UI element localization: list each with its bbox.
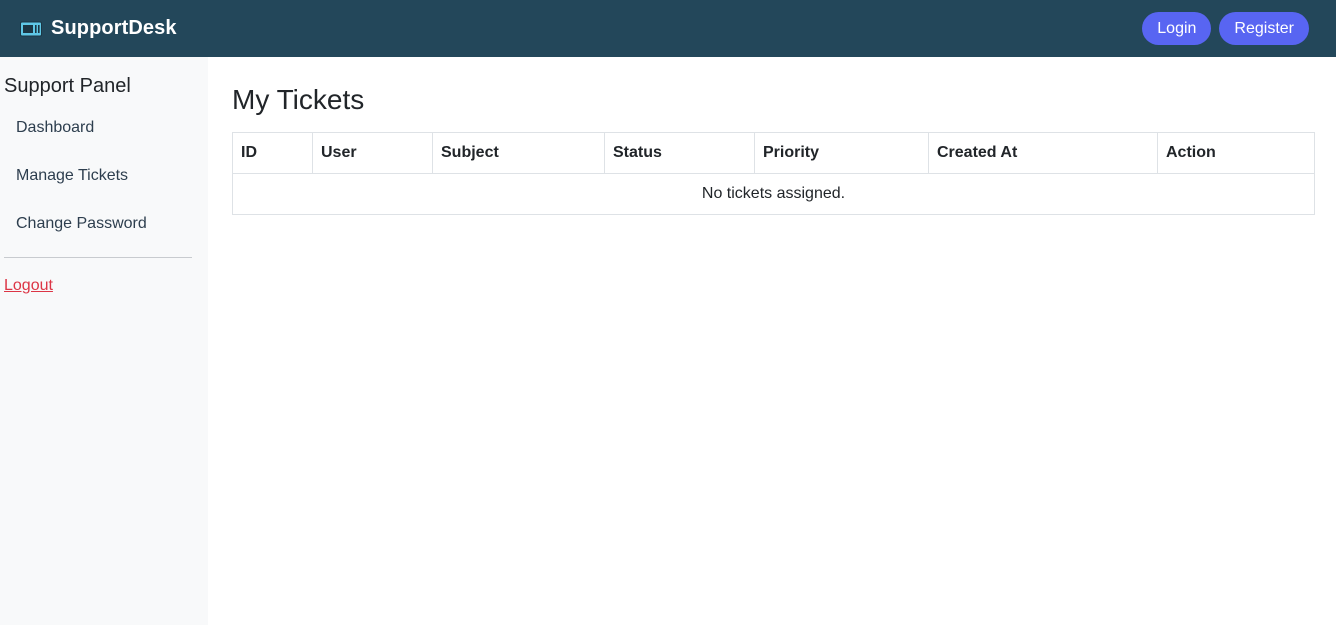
column-header-created-at: Created At	[928, 132, 1158, 174]
sidebar-item-change-password[interactable]: Change Password	[4, 213, 192, 261]
top-navbar: SupportDesk Login Register	[0, 0, 1336, 57]
table-header-row: ID User Subject Status Priority Created …	[232, 132, 1315, 174]
ticket-icon	[20, 21, 42, 36]
column-header-user: User	[312, 132, 433, 174]
sidebar-item-manage-tickets[interactable]: Manage Tickets	[4, 165, 192, 213]
column-header-status: Status	[604, 132, 755, 174]
column-header-priority: Priority	[754, 132, 929, 174]
sidebar: Support Panel Dashboard Manage Tickets C…	[0, 57, 208, 625]
login-button[interactable]: Login	[1142, 12, 1212, 45]
table-row: No tickets assigned.	[232, 173, 1315, 215]
register-button[interactable]: Register	[1219, 12, 1309, 45]
sidebar-divider	[4, 257, 192, 258]
page-title: My Tickets	[232, 84, 365, 115]
sidebar-item-dashboard[interactable]: Dashboard	[4, 117, 192, 165]
column-header-action: Action	[1157, 132, 1315, 174]
sidebar-title: Support Panel	[4, 75, 131, 97]
brand[interactable]: SupportDesk	[20, 17, 177, 40]
tickets-table: ID User Subject Status Priority Created …	[232, 132, 1315, 215]
empty-message: No tickets assigned.	[232, 173, 1315, 215]
column-header-subject: Subject	[432, 132, 605, 174]
logout-link[interactable]: Logout	[4, 277, 53, 294]
brand-name: SupportDesk	[51, 17, 177, 39]
column-header-id: ID	[232, 132, 313, 174]
nav-actions: Login Register	[1142, 12, 1309, 45]
main-content: My Tickets ID User Subject Status Priori…	[232, 57, 1315, 215]
